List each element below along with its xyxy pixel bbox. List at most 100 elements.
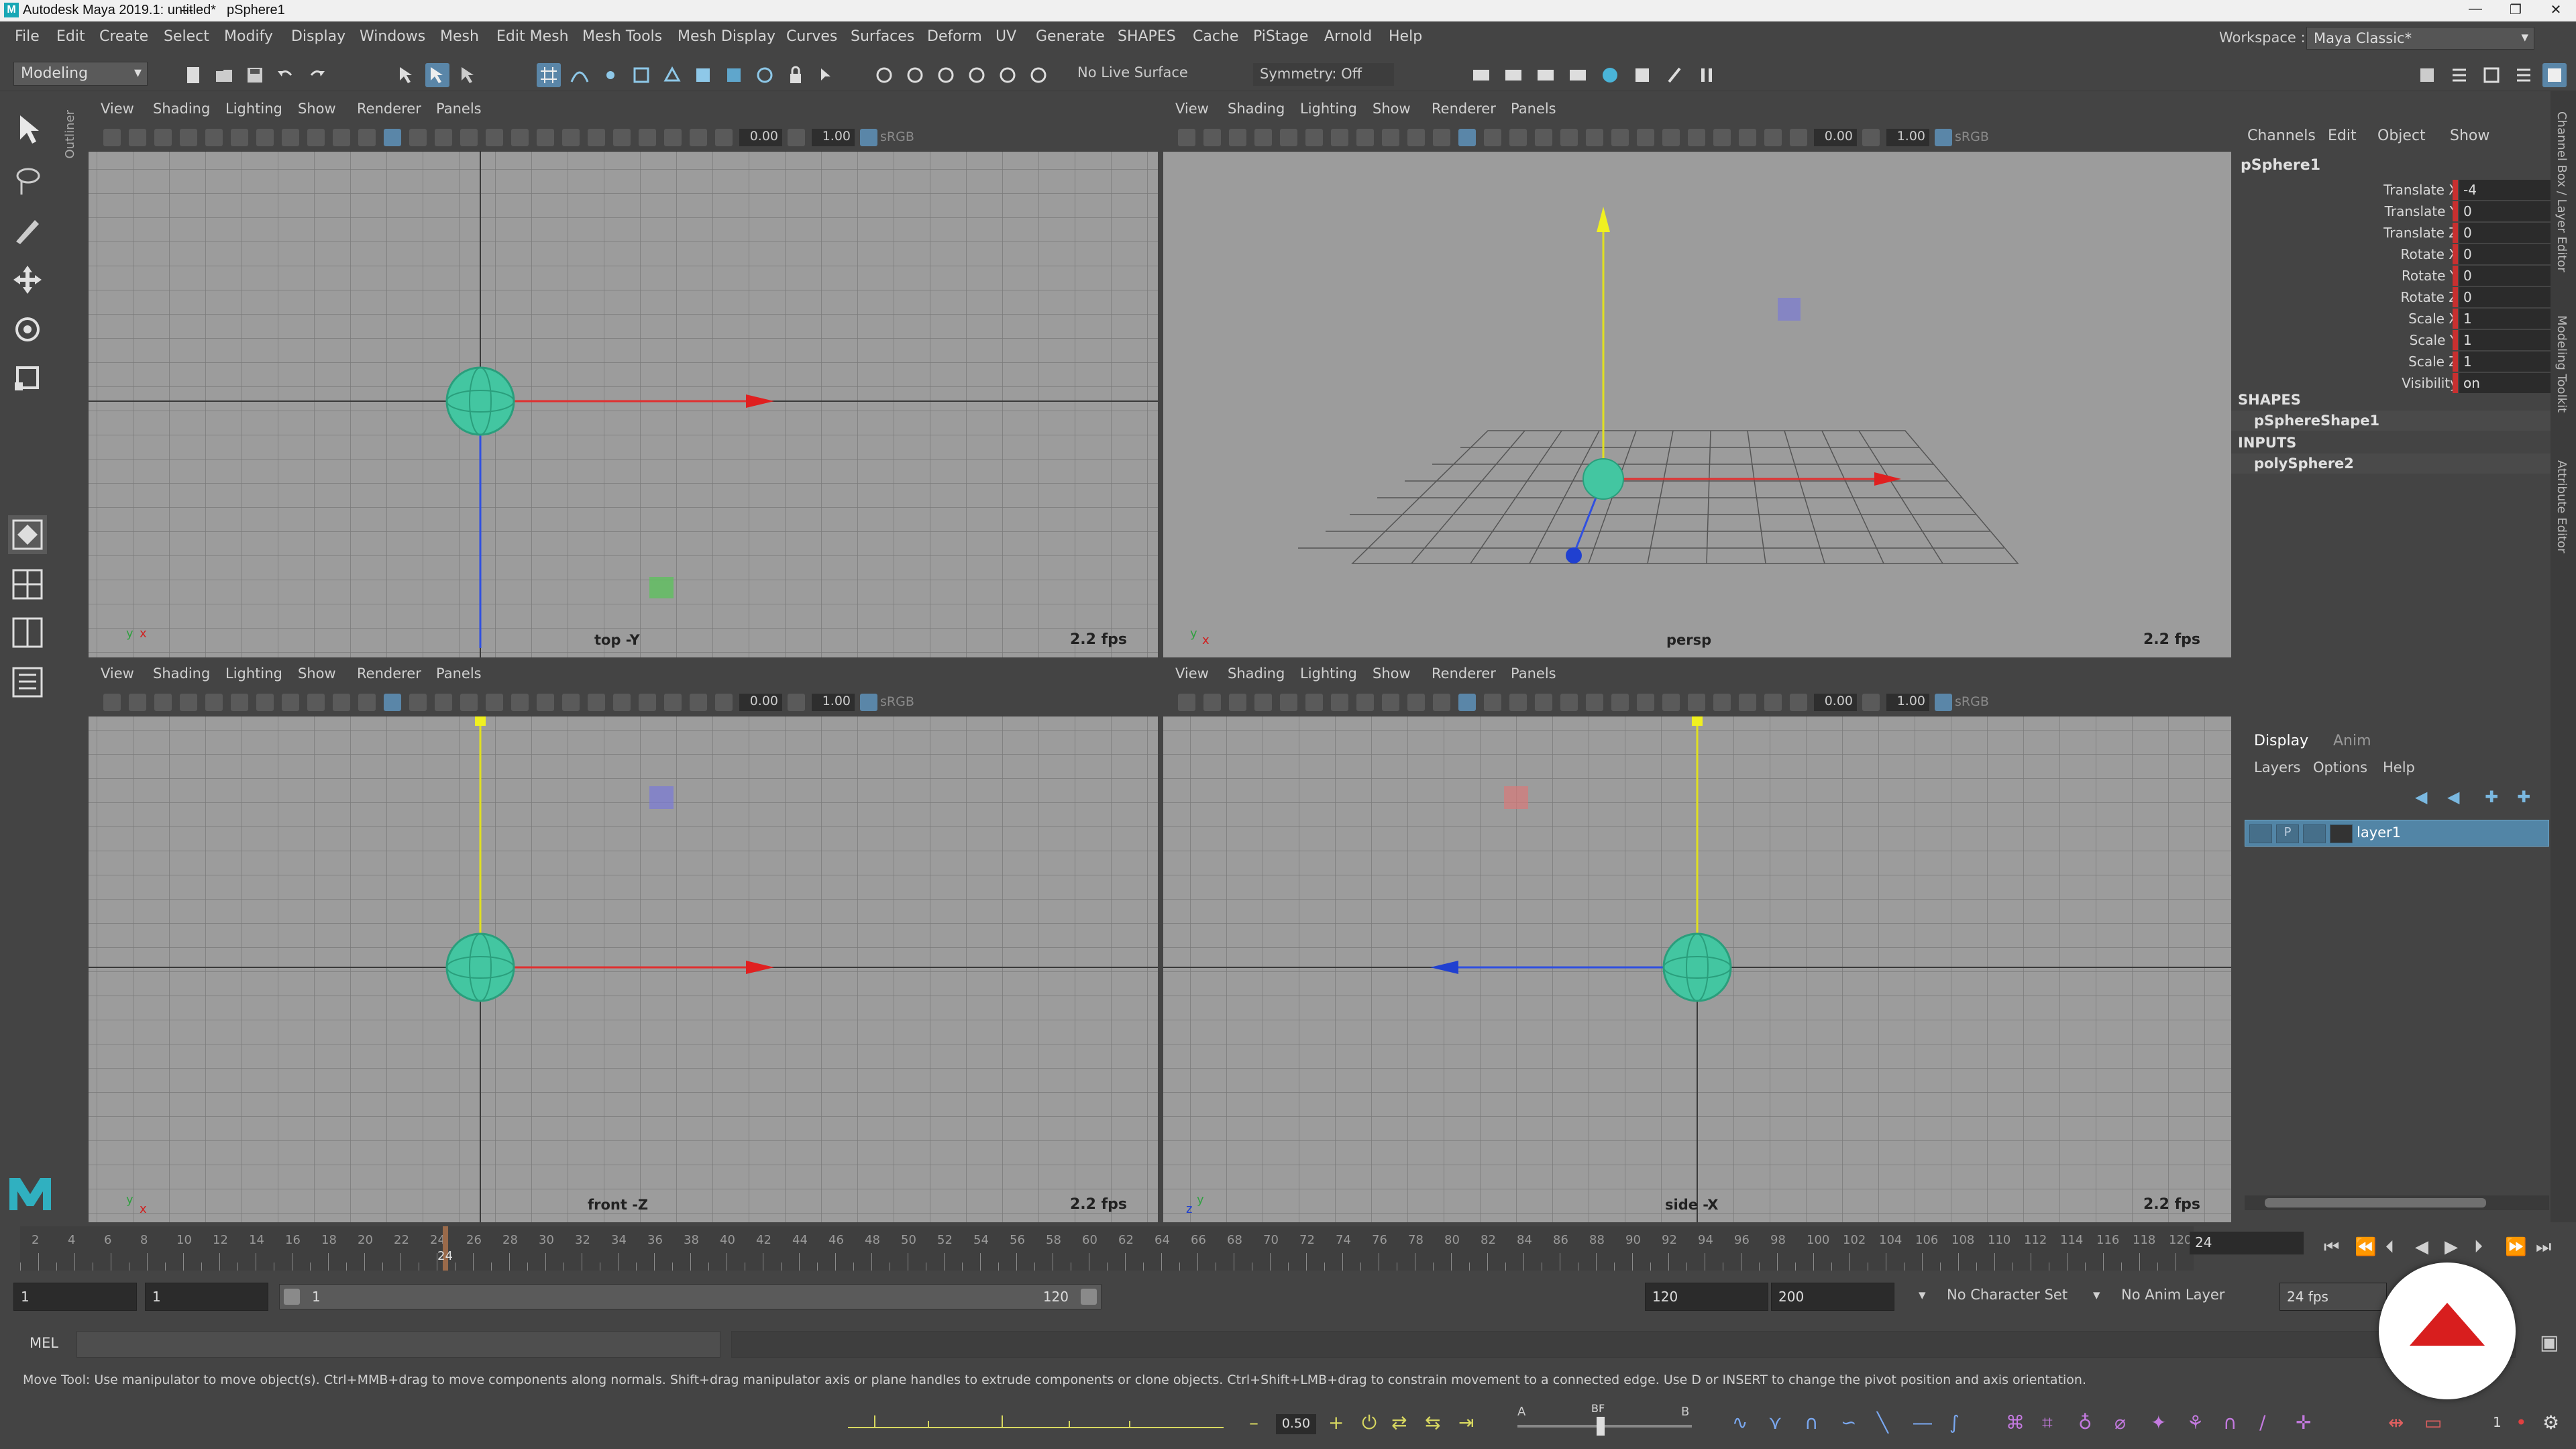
field-chart-icon[interactable] [282, 129, 299, 146]
vp-menu-show[interactable]: Show [1373, 101, 1411, 117]
twist-icon[interactable]: ∩ [2223, 1411, 2237, 1434]
light-editor-icon[interactable] [1026, 63, 1051, 87]
vp-menu-show[interactable]: Show [298, 101, 336, 117]
snap-live-icon[interactable] [660, 63, 684, 87]
select-tool-icon[interactable] [8, 110, 47, 149]
motion-blur-icon[interactable] [1611, 694, 1629, 711]
menu-deform[interactable]: Deform [927, 28, 982, 45]
deform-tool-icon[interactable]: ⌘ [2006, 1411, 2025, 1434]
vp-menu-panels[interactable]: Panels [436, 101, 482, 117]
output-ops-icon[interactable] [722, 63, 746, 87]
isolate-select-icon[interactable] [1688, 129, 1705, 146]
cb-attr-row[interactable]: Visibility on [2231, 373, 2551, 393]
select-highlight-icon[interactable] [814, 63, 839, 87]
depth-of-field-icon[interactable] [1662, 694, 1680, 711]
script-language-toggle[interactable]: MEL [30, 1335, 58, 1351]
ambient-occlusion-icon[interactable] [1586, 694, 1603, 711]
command-input[interactable] [76, 1331, 720, 1358]
resolution-gate-icon[interactable] [231, 694, 248, 711]
decrease-icon[interactable]: – [1249, 1411, 1258, 1434]
vp-menu-shading[interactable]: Shading [1228, 101, 1285, 117]
minimize-button[interactable]: — [2455, 1, 2496, 20]
safe-title-icon[interactable] [1407, 694, 1425, 711]
animation-end-field[interactable]: 200 [1771, 1283, 1894, 1311]
ambient-occlusion-icon[interactable] [511, 694, 529, 711]
xray-icon[interactable] [639, 694, 656, 711]
shadows-icon[interactable] [1560, 129, 1578, 146]
viewport-persp[interactable]: View Shading Lighting Show Renderer Pane… [1163, 94, 2231, 657]
new-layer-icon[interactable]: ✚ [2485, 788, 2498, 806]
script-editor-icon[interactable]: ▣ [2540, 1331, 2559, 1354]
camera-attrs-icon[interactable] [1203, 694, 1221, 711]
exposure-field[interactable]: 0.00 [1814, 694, 1857, 711]
resolution-gate-icon[interactable] [1305, 129, 1323, 146]
antialiasing-icon[interactable] [1637, 694, 1654, 711]
snap-view-plane-icon[interactable] [629, 63, 653, 87]
lasso-tool-icon[interactable] [8, 161, 47, 200]
xray-joints-icon[interactable] [1739, 694, 1756, 711]
select-hierarchy-icon[interactable] [394, 63, 419, 87]
depth-of-field-icon[interactable] [1662, 129, 1680, 146]
safe-title-icon[interactable] [333, 694, 350, 711]
toggle-channel-box-icon[interactable] [2512, 63, 2536, 87]
camera-attrs-icon[interactable] [1203, 129, 1221, 146]
exposure-field[interactable]: 0.00 [739, 694, 782, 711]
shadows-icon[interactable] [1560, 694, 1578, 711]
arnold-light-icon[interactable] [1662, 63, 1686, 87]
textured-icon[interactable] [1509, 129, 1527, 146]
undo-icon[interactable] [274, 63, 298, 87]
tab-attribute-editor[interactable]: Attribute Editor [2555, 460, 2569, 553]
menu-select[interactable]: Select [164, 28, 209, 45]
move-layer-down-icon[interactable]: ◀ [2447, 788, 2459, 806]
viewport-top-canvas[interactable]: y x [89, 152, 1158, 657]
antialiasing-icon[interactable] [562, 129, 580, 146]
exposure-field[interactable]: 0.00 [739, 129, 782, 146]
outliner-layout-icon[interactable] [8, 663, 47, 702]
range-bar[interactable]: 1 120 [279, 1284, 1102, 1309]
cb-attr-value[interactable]: -4 [2459, 180, 2551, 200]
grid-toggle-icon[interactable] [180, 694, 197, 711]
exposure-field[interactable]: 0.00 [1814, 129, 1857, 146]
curve-v-icon[interactable]: ⋎ [1768, 1411, 1782, 1434]
antialiasing-icon[interactable] [562, 694, 580, 711]
le-menu-help[interactable]: Help [2383, 759, 2415, 775]
tab-channel-box[interactable]: Channel Box / Layer Editor [2555, 111, 2569, 272]
outliner-tab[interactable]: Outliner [63, 110, 77, 159]
menu-uv[interactable]: UV [996, 28, 1016, 45]
bend-icon[interactable]: ✦ [2151, 1411, 2166, 1434]
film-gate-icon[interactable] [205, 694, 223, 711]
xray-joints-icon[interactable] [1739, 129, 1756, 146]
anim-layer-dropdown[interactable]: No Anim Layer [2121, 1287, 2224, 1303]
isolate-select-icon[interactable] [613, 694, 631, 711]
camera-icon[interactable] [103, 694, 121, 711]
vp-menu-view[interactable]: View [1175, 101, 1209, 117]
cb-attr-value[interactable]: 1 [2459, 330, 2551, 350]
menu-set-dropdown[interactable]: Modeling ▾ [13, 62, 148, 86]
redirect-icon[interactable]: ⇥ [1458, 1411, 1474, 1434]
range-handle-end[interactable] [1081, 1289, 1097, 1305]
fps-dropdown[interactable]: 24 fps [2279, 1283, 2387, 1311]
time-slider-track[interactable]: 2 4 6 8 10 12 14 16 18 20 22 24 26 28 30 32 34 36 38 40 42 44… [20, 1226, 2194, 1271]
layer-playback-toggle[interactable]: P [2276, 824, 2299, 843]
ambient-occlusion-icon[interactable] [1586, 129, 1603, 146]
ab-slider-handle[interactable] [1597, 1417, 1605, 1436]
camera-icon[interactable] [1178, 694, 1195, 711]
safe-title-icon[interactable] [1407, 129, 1425, 146]
wireframe-icon[interactable] [1433, 694, 1450, 711]
step-back-frame-icon[interactable]: ⏴ [2385, 1237, 2394, 1258]
cb-attr-row[interactable]: Translate Y0 [2231, 201, 2551, 221]
safe-title-icon[interactable] [333, 129, 350, 146]
gamma-icon[interactable] [1862, 129, 1880, 146]
curve-tool-icon[interactable]: ∿ [1732, 1411, 1748, 1434]
cb-attr-row[interactable]: Scale Y1 [2231, 330, 2551, 350]
smooth-shade-icon[interactable] [1458, 694, 1476, 711]
open-scene-icon[interactable] [212, 63, 236, 87]
field-chart-icon[interactable] [282, 694, 299, 711]
go-to-end-icon[interactable]: ⏭ [2536, 1237, 2551, 1258]
layout-two-icon[interactable] [8, 613, 47, 652]
motion-blur-icon[interactable] [1611, 129, 1629, 146]
grid-toggle-icon[interactable] [180, 129, 197, 146]
step-forward-key-icon[interactable]: ⏩ [2505, 1237, 2526, 1257]
film-gate-icon[interactable] [205, 129, 223, 146]
menu-file[interactable]: File [15, 28, 40, 45]
